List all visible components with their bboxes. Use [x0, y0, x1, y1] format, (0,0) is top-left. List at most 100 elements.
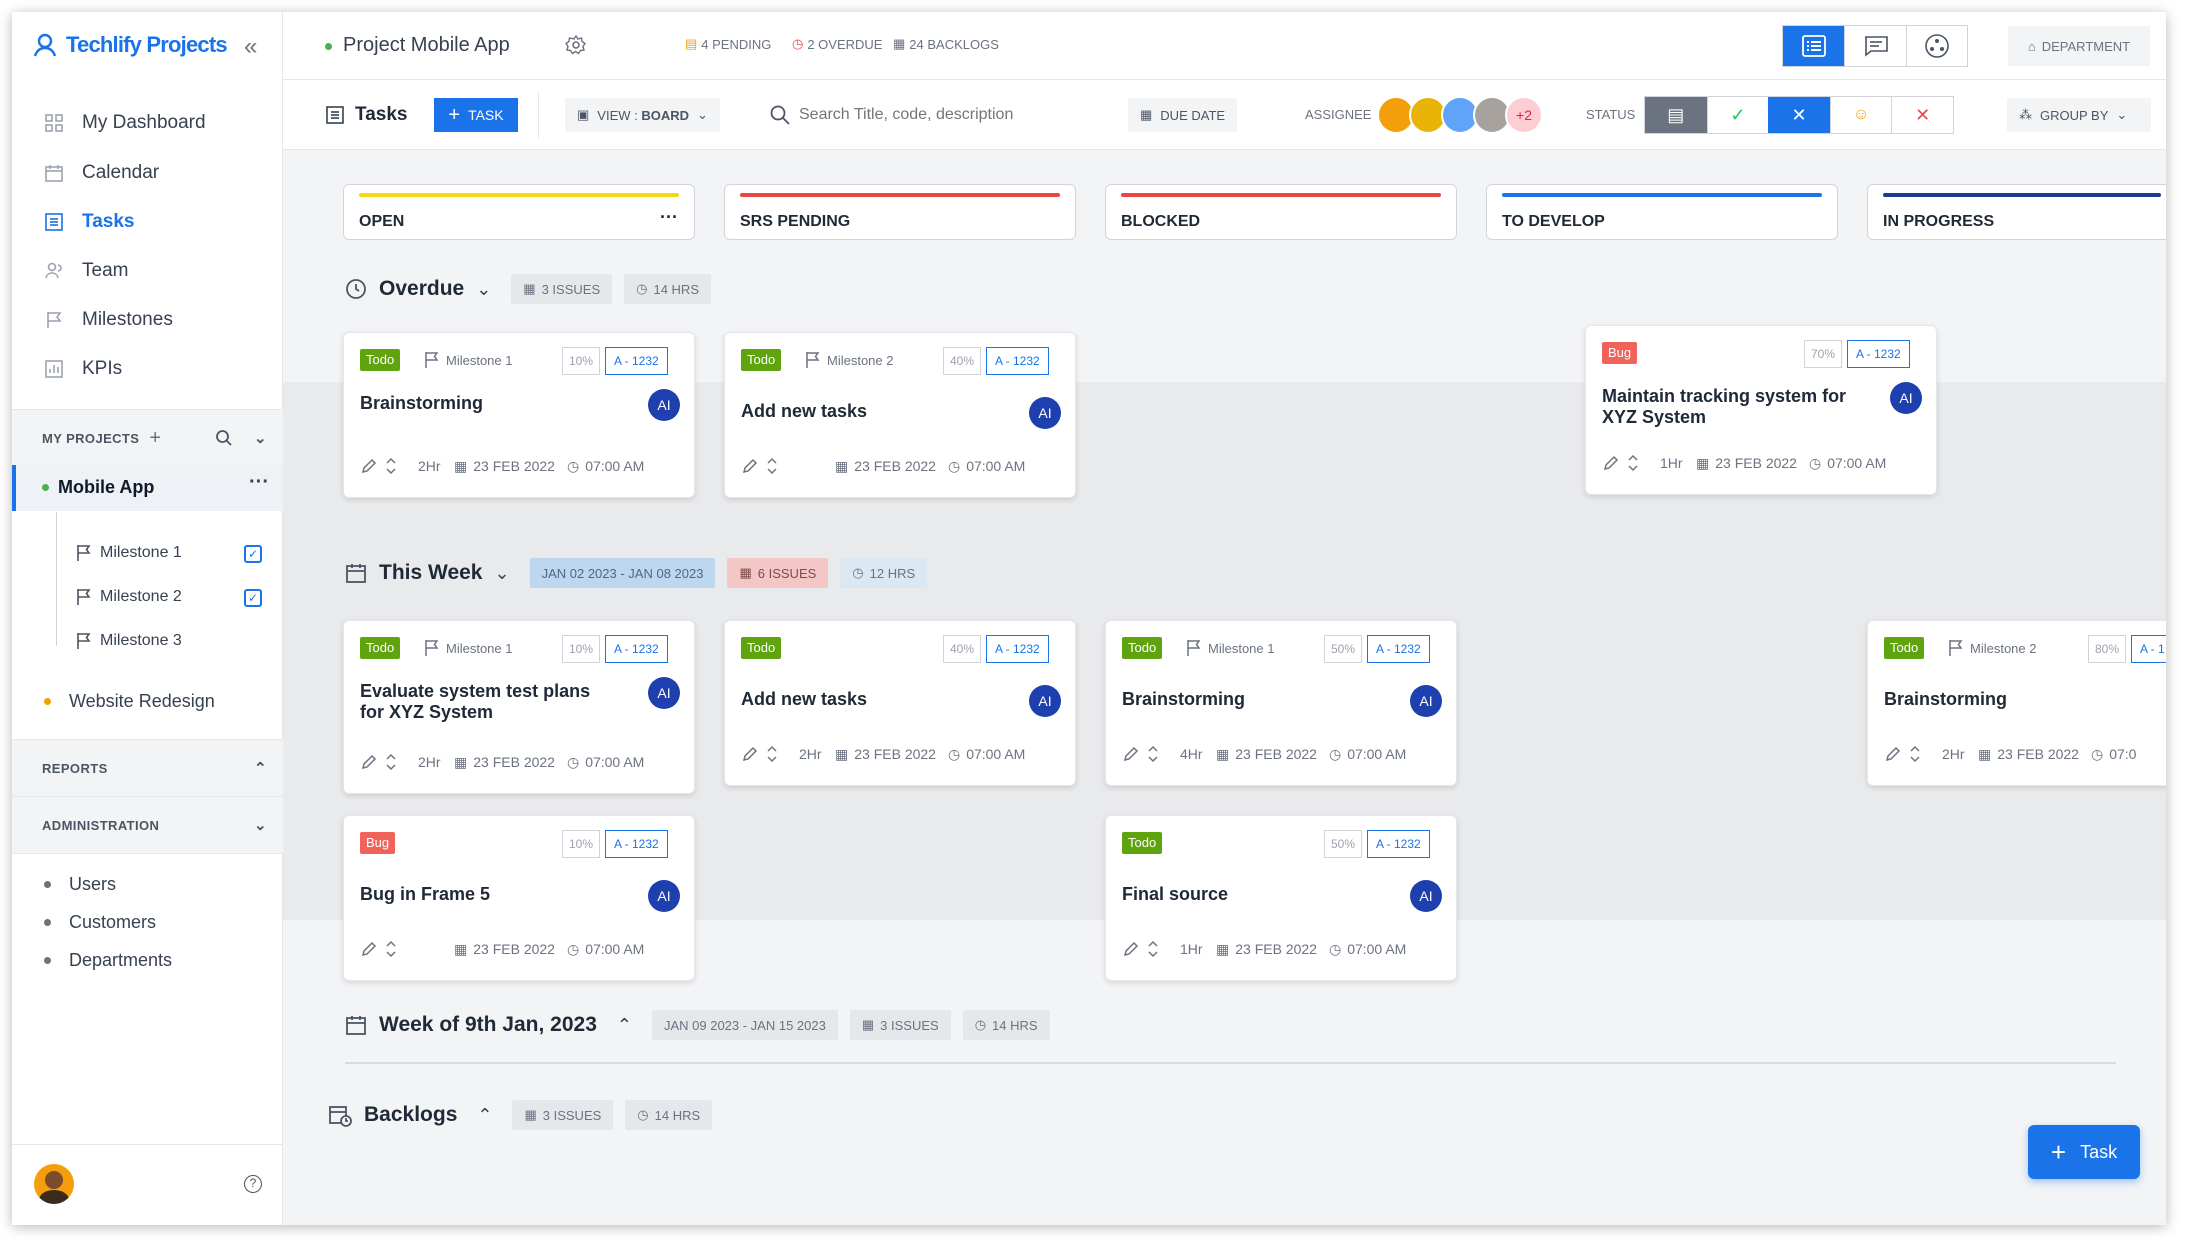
pending-count[interactable]: ▤ 4 PENDING — [685, 36, 771, 52]
task-card[interactable]: Todo 50% A - 1232 Final source AI 1Hr ▦ 23 FE… — [1105, 815, 1457, 981]
admin-departments[interactable]: Departments — [44, 950, 172, 971]
edit-pencil-icon[interactable] — [360, 753, 378, 771]
task-title[interactable]: Final source — [1122, 884, 1372, 905]
edit-pencil-icon[interactable] — [360, 457, 378, 475]
chevron-down-icon[interactable]: ⌄ — [254, 816, 267, 834]
add-task-fab[interactable]: + Task — [2028, 1125, 2140, 1179]
nav-calendar[interactable]: Calendar — [44, 162, 159, 184]
group-this-week[interactable]: This Week ⌄ JAN 02 2023 - JAN 08 2023 ▦ 6… — [345, 558, 928, 588]
chevron-down-icon[interactable]: ⌄ — [476, 279, 491, 300]
milestone-1-checkbox[interactable]: ✓ — [244, 545, 262, 563]
edit-pencil-icon[interactable] — [1602, 454, 1620, 472]
task-title[interactable]: Add new tasks — [741, 689, 991, 710]
assignee-avatar[interactable]: AI — [1890, 382, 1922, 414]
priority-sort-icon[interactable] — [1628, 454, 1638, 472]
column-srs-pending[interactable]: SRS PENDING — [724, 184, 1076, 240]
task-card[interactable]: TodoMilestone 280%A - 1BrainstormingAI 2… — [1867, 620, 2166, 786]
task-code-badge[interactable]: A - 1232 — [605, 830, 668, 858]
task-code-badge[interactable]: A - 1232 — [1367, 635, 1430, 663]
task-title[interactable]: Maintain tracking system for XYZ System — [1602, 386, 1852, 428]
chevron-up-icon[interactable]: ⌃ — [477, 1105, 492, 1126]
more-options-icon[interactable]: ··· — [249, 471, 269, 494]
status-review-icon[interactable]: ☺ — [1829, 97, 1892, 133]
task-card[interactable]: Todo Milestone 1 10% A - 1232 Evaluate syste… — [343, 620, 695, 794]
backlogs-count[interactable]: ▦ 24 BACKLOGS — [893, 36, 999, 52]
task-card[interactable]: Bug 10% A - 1232 Bug in Frame 5 AI ▦ 23 FEB 2… — [343, 815, 695, 981]
status-done-icon[interactable]: ✓ — [1706, 97, 1769, 133]
status-pending-icon[interactable]: ▤ — [1645, 97, 1707, 133]
task-card[interactable]: Todo Milestone 2 40% A - 1232 Add new tasks A… — [724, 332, 1076, 498]
reports-header[interactable]: REPORTS ⌃ — [12, 739, 283, 797]
column-to-develop[interactable]: TO DEVELOP — [1486, 184, 1838, 240]
more-options-icon[interactable]: ··· — [660, 207, 678, 228]
task-code-badge[interactable]: A - 1232 — [1367, 830, 1430, 858]
task-code-badge[interactable]: A - 1232 — [986, 347, 1049, 375]
milestone-1-item[interactable]: Milestone 1 — [76, 544, 182, 562]
task-code-badge[interactable]: A - 1232 — [1847, 340, 1910, 368]
priority-sort-icon[interactable] — [767, 745, 777, 763]
column-open[interactable]: OPEN ··· — [343, 184, 695, 240]
search-input[interactable] — [799, 100, 1029, 130]
task-title[interactable]: Add new tasks — [741, 401, 991, 422]
add-project-icon[interactable]: + — [149, 427, 161, 450]
project-website-redesign[interactable]: Website Redesign — [44, 691, 215, 712]
assignee-avatar[interactable]: AI — [1410, 880, 1442, 912]
column-in-progress[interactable]: IN PROGRESS — [1867, 184, 2166, 240]
assignee-avatar[interactable]: AI — [648, 389, 680, 421]
chevron-up-icon[interactable]: ⌃ — [617, 1015, 632, 1036]
priority-sort-icon[interactable] — [386, 940, 396, 958]
administration-header[interactable]: ADMINISTRATION ⌄ — [12, 796, 283, 854]
view-dropdown[interactable]: ▣ VIEW : BOARD ⌄ — [565, 98, 720, 132]
edit-pencil-icon[interactable] — [741, 457, 759, 475]
milestone-2-item[interactable]: Milestone 2 — [76, 588, 182, 606]
edit-pencil-icon[interactable] — [741, 745, 759, 763]
milestone-3-item[interactable]: Milestone 3 — [76, 632, 182, 650]
edit-pencil-icon[interactable] — [1122, 745, 1140, 763]
task-code-badge[interactable]: A - 1232 — [605, 347, 668, 375]
assignee-avatar[interactable]: AI — [1029, 397, 1061, 429]
overdue-count[interactable]: ◷ 2 OVERDUE — [792, 36, 882, 52]
task-card[interactable]: Todo Milestone 1 10% A - 1232 Brainstorming A… — [343, 332, 695, 498]
task-code-badge[interactable]: A - 1232 — [986, 635, 1049, 663]
assignee-avatar[interactable]: AI — [1029, 685, 1061, 717]
search-projects-icon[interactable] — [215, 429, 233, 447]
collapse-sidebar-icon[interactable]: « — [244, 35, 257, 59]
task-code-badge[interactable]: A - 1232 — [605, 635, 668, 663]
edit-pencil-icon[interactable] — [1884, 745, 1902, 763]
assignee-avatar[interactable]: AI — [648, 677, 680, 709]
department-button[interactable]: ⌂ DEPARTMENT — [2008, 26, 2150, 66]
priority-sort-icon[interactable] — [386, 457, 396, 475]
group-next-week[interactable]: Week of 9th Jan, 2023 ⌃ JAN 09 2023 - JA… — [345, 1010, 1050, 1040]
add-task-button[interactable]: + TASK — [434, 98, 518, 132]
priority-sort-icon[interactable] — [1148, 940, 1158, 958]
milestone-2-checkbox[interactable]: ✓ — [244, 589, 262, 607]
priority-sort-icon[interactable] — [1910, 745, 1920, 763]
admin-users[interactable]: Users — [44, 874, 116, 895]
assignee-avatar[interactable]: AI — [648, 880, 680, 912]
edit-pencil-icon[interactable] — [1122, 940, 1140, 958]
task-title[interactable]: Brainstorming — [1884, 689, 2134, 710]
task-title[interactable]: Brainstorming — [1122, 689, 1372, 710]
chevron-down-icon[interactable]: ⌄ — [494, 563, 509, 584]
task-card[interactable]: Todo 40% A - 1232 Add new tasks AI 2Hr ▦ 23 F… — [724, 620, 1076, 786]
task-code-badge[interactable]: A - 1 — [2131, 635, 2166, 663]
priority-sort-icon[interactable] — [767, 457, 777, 475]
task-title[interactable]: Bug in Frame 5 — [360, 884, 610, 905]
nav-milestones[interactable]: Milestones — [44, 309, 173, 331]
edit-pencil-icon[interactable] — [360, 940, 378, 958]
status-develop-icon[interactable]: ✕ — [1768, 97, 1830, 133]
task-card[interactable]: Todo Milestone 1 50% A - 1232 Brainstorming A… — [1105, 620, 1457, 786]
nav-kpis[interactable]: KPIs — [44, 358, 122, 380]
due-date-filter[interactable]: ▦ DUE DATE — [1128, 98, 1238, 132]
brand-logo[interactable]: Techlify Projects — [32, 32, 228, 58]
nav-team[interactable]: Team — [44, 260, 128, 282]
task-title[interactable]: Brainstorming — [360, 393, 610, 414]
nav-tasks[interactable]: Tasks — [44, 211, 134, 233]
project-mobile-app[interactable]: Mobile App ··· — [12, 465, 283, 511]
assignee-avatar[interactable]: AI — [1410, 685, 1442, 717]
list-view-icon[interactable] — [1783, 26, 1845, 66]
group-overdue[interactable]: Overdue ⌄ ▦ 3 ISSUES ◷ 14 HRS — [345, 274, 711, 304]
team-view-icon[interactable] — [1905, 26, 1967, 66]
priority-sort-icon[interactable] — [386, 753, 396, 771]
user-avatar[interactable] — [34, 1164, 74, 1204]
